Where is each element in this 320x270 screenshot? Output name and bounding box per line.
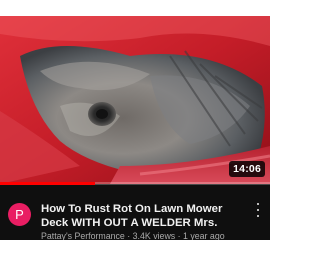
meta-separator: ·: [175, 231, 184, 240]
video-card[interactable]: 14:06 P How To Rust Rot On Lawn Mower De…: [0, 16, 270, 240]
avatar-letter: P: [15, 207, 24, 222]
video-meta: P How To Rust Rot On Lawn Mower Deck WIT…: [0, 186, 270, 240]
channel-name[interactable]: Pattay's Performance: [41, 231, 125, 240]
menu-dot: [257, 215, 259, 217]
upload-age: 1 year ago: [183, 231, 225, 240]
view-count: 3.4K views: [132, 231, 176, 240]
duration-badge: 14:06: [229, 161, 265, 177]
video-thumbnail[interactable]: 14:06: [0, 16, 270, 184]
more-vert-icon[interactable]: [252, 203, 264, 217]
menu-dot: [257, 203, 259, 205]
watch-progress-bar: [0, 182, 270, 185]
video-title[interactable]: How To Rust Rot On Lawn Mower Deck WITH …: [41, 202, 243, 230]
video-subtitle: Pattay's Performance · 3.4K views · 1 ye…: [41, 231, 225, 240]
menu-dot: [257, 209, 259, 211]
meta-separator: ·: [124, 231, 133, 240]
channel-avatar[interactable]: P: [8, 203, 31, 226]
thumbnail-image: [0, 16, 270, 184]
watch-progress-fill: [0, 182, 95, 185]
